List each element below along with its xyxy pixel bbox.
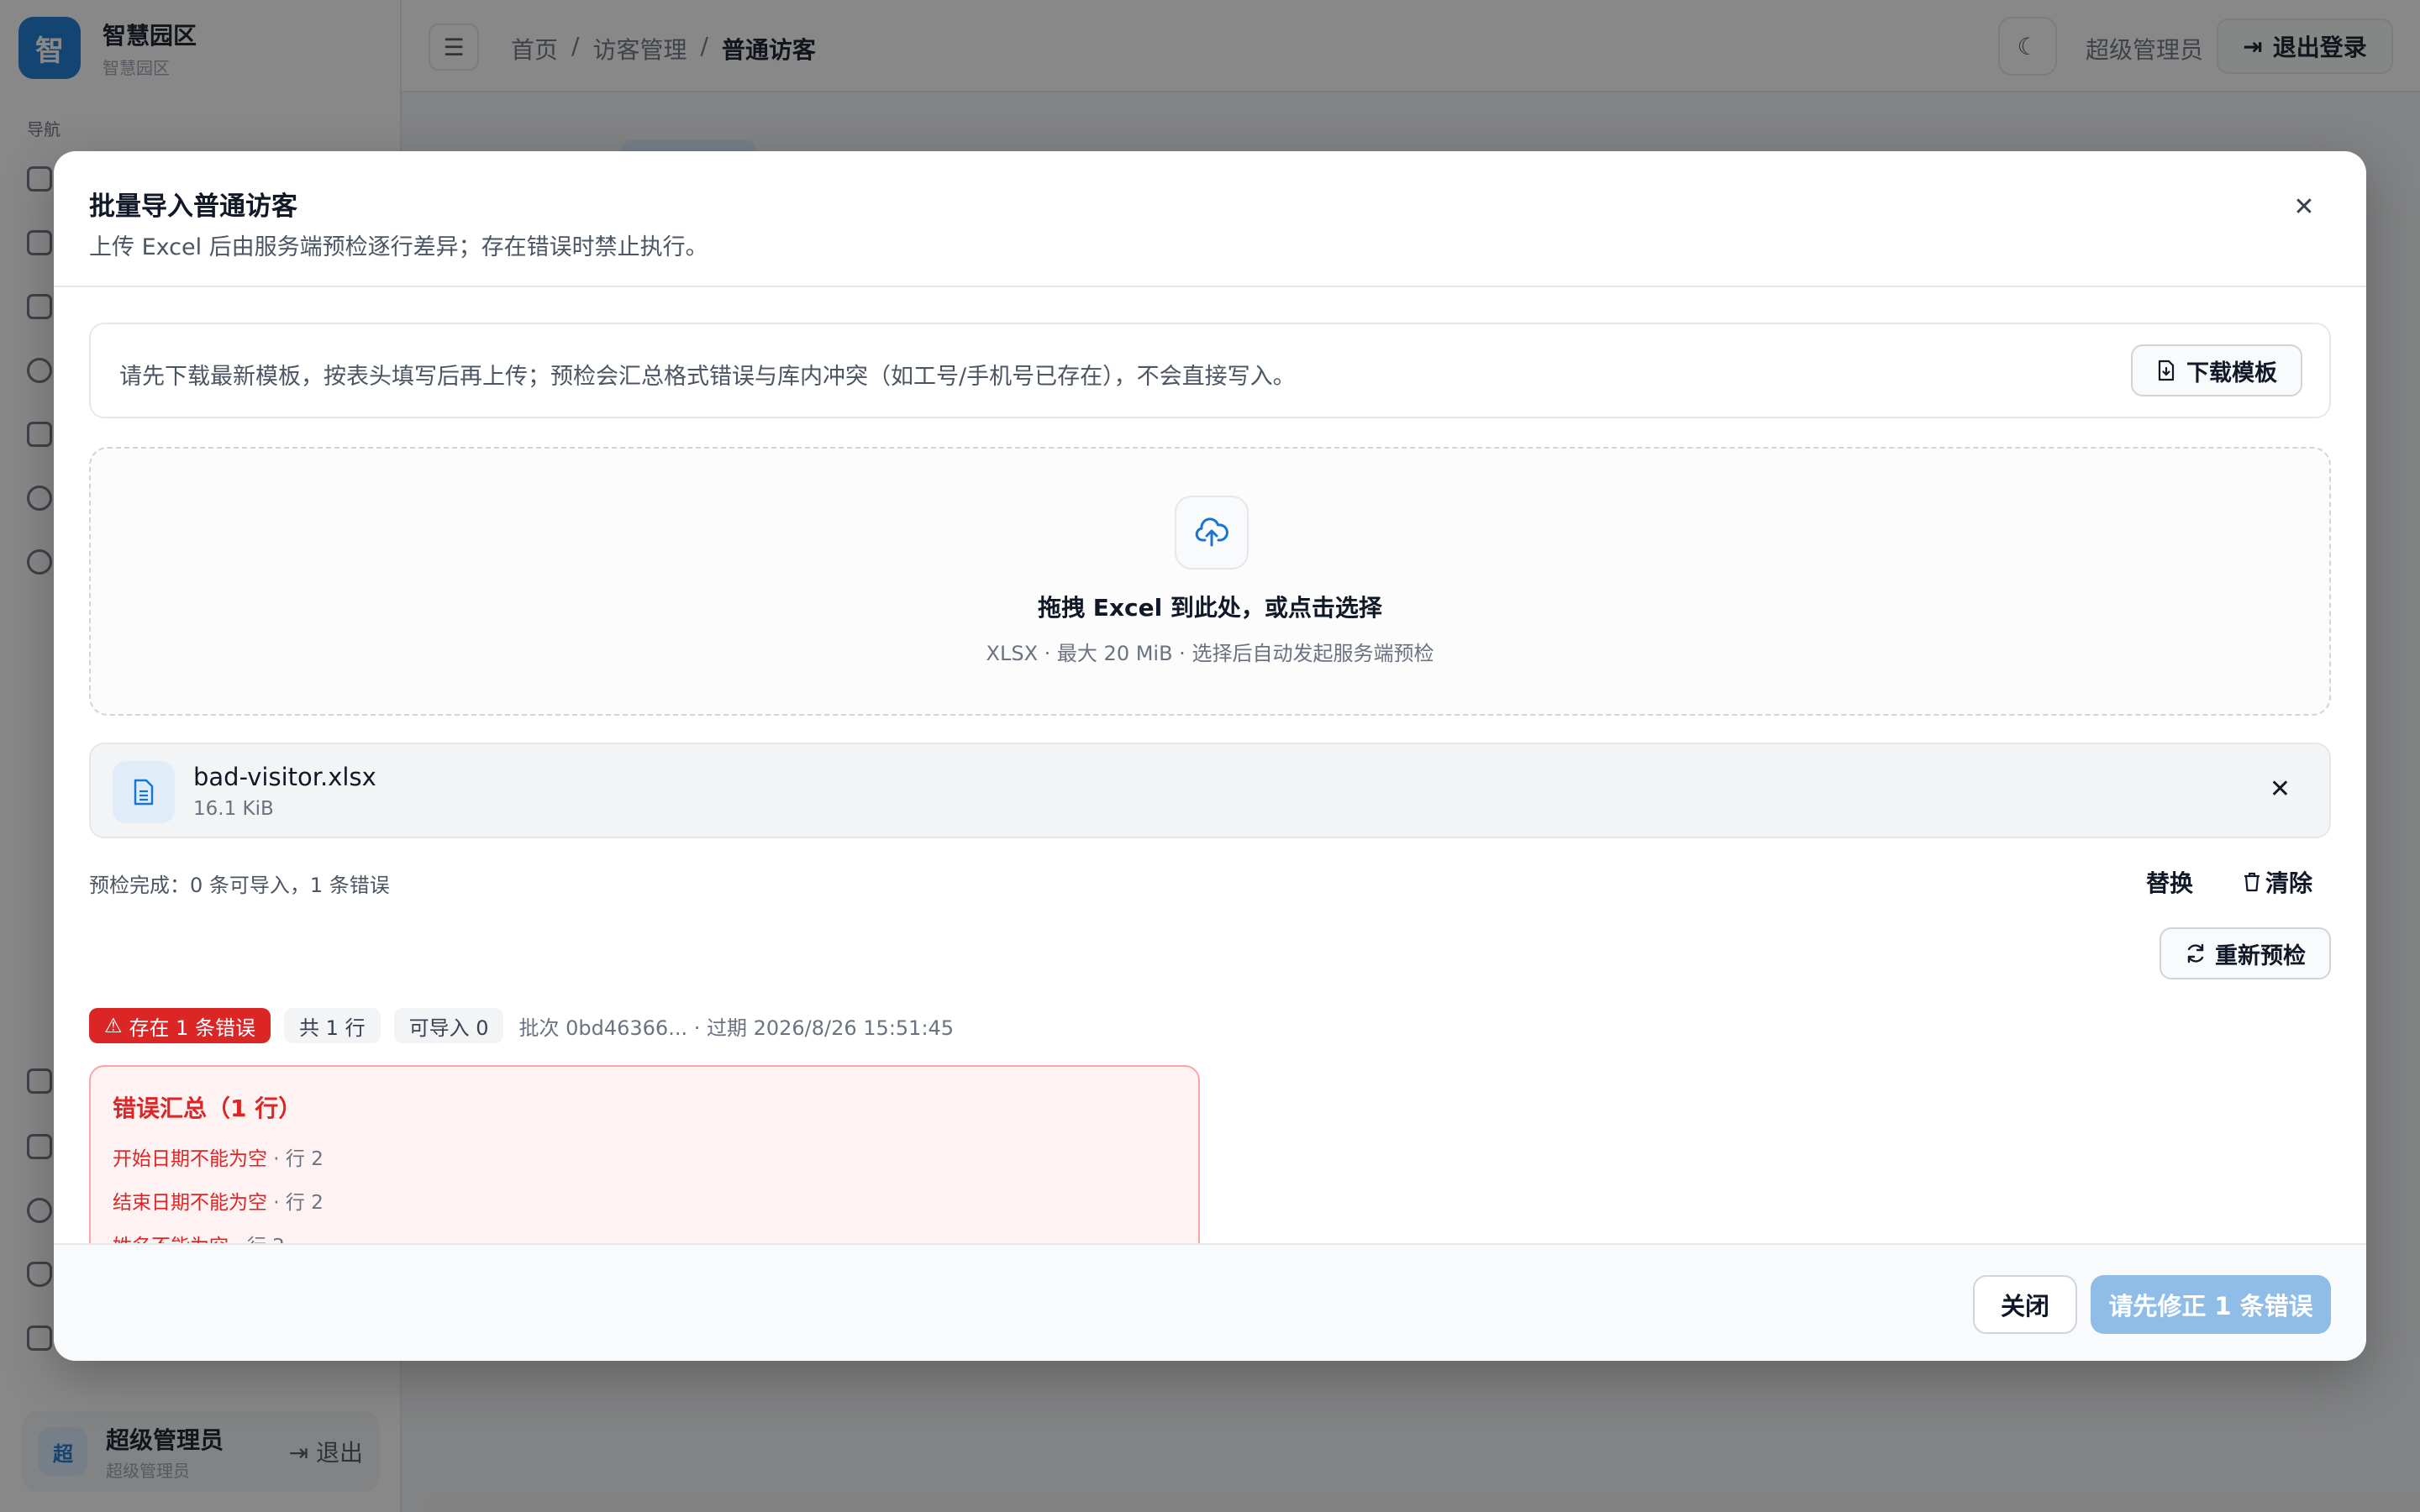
file-size: 16.1 KiB [193,798,274,820]
download-template-label: 下载模板 [2186,360,2277,386]
file-name: bad-visitor.xlsx [193,763,376,791]
selected-file-card: bad-visitor.xlsx 16.1 KiB ✕ [89,743,2331,838]
close-icon: ✕ [2269,774,2291,804]
file-dropzone[interactable]: 拖拽 Excel 到此处，或点击选择 XLSX · 最大 20 MiB · 选择… [89,447,2331,716]
clear-label: 清除 [2265,869,2313,897]
precheck-status: 预检完成：0 条可导入，1 条错误 [89,874,390,897]
template-tip-text: 请先下载最新模板，按表头填写后再上传；预检会汇总格式错误与库内冲突（如工号/手机… [119,364,1296,390]
upload-cloud-icon [1175,496,1249,570]
dialog-title: 批量导入普通访客 [89,192,297,222]
close-icon: ✕ [2293,192,2315,222]
replace-file-button[interactable]: 替换 [2146,865,2193,899]
dropzone-hint: XLSX · 最大 20 MiB · 选择后自动发起服务端预检 [986,642,1434,665]
refresh-icon [2187,943,2204,963]
execute-import-button[interactable]: 请先修正 1 条错误 [2091,1275,2331,1334]
dialog-header: 批量导入普通访客 上传 Excel 后由服务端预检逐行差异；存在错误时禁止执行。… [54,151,2366,287]
dropzone-title: 拖拽 Excel 到此处，或点击选择 [1038,594,1382,622]
importable-badge: 可导入 0 [393,1008,504,1043]
error-row: · 行 2 [267,1148,324,1170]
batch-info: 批次 0bd46366... · 过期 2026/8/26 15:51:45 [518,1016,955,1040]
error-item: 开始日期不能为空 · 行 2 [113,1142,324,1171]
warning-icon: ⚠ [104,1014,123,1037]
spreadsheet-file-icon [113,761,175,823]
dialog-description: 上传 Excel 后由服务端预检逐行差异；存在错误时禁止执行。 [89,234,708,260]
download-template-button[interactable]: 下载模板 [2131,344,2302,396]
precheck-badges: ⚠ 存在 1 条错误 共 1 行 可导入 0 批次 0bd46366... · … [89,1008,954,1043]
error-row: · 行 2 [267,1192,324,1214]
error-count-badge: ⚠ 存在 1 条错误 [89,1008,271,1043]
file-download-icon [2158,360,2175,381]
error-message: 开始日期不能为空 [113,1148,267,1170]
dialog-body: 请先下载最新模板，按表头填写后再上传；预检会汇总格式错误与库内冲突（如工号/手机… [54,289,2366,1361]
clear-file-button[interactable]: 清除 [2242,865,2312,899]
total-rows-badge: 共 1 行 [284,1008,381,1043]
import-dialog: 批量导入普通访客 上传 Excel 后由服务端预检逐行差异；存在错误时禁止执行。… [54,151,2366,1361]
dialog-close-button[interactable]: ✕ [2287,190,2321,223]
error-count-label: 存在 1 条错误 [129,1016,256,1040]
template-tip: 请先下载最新模板，按表头填写后再上传；预检会汇总格式错误与库内冲突（如工号/手机… [89,323,2331,418]
trash-icon [2244,872,2260,892]
error-summary-title: 错误汇总（1 行） [113,1095,302,1122]
error-message: 结束日期不能为空 [113,1192,267,1214]
close-button[interactable]: 关闭 [1973,1275,2077,1334]
recheck-button[interactable]: 重新预检 [2160,927,2331,979]
error-item: 结束日期不能为空 · 行 2 [113,1186,324,1215]
dialog-footer: 关闭 请先修正 1 条错误 [54,1243,2366,1361]
remove-file-button[interactable]: ✕ [2270,774,2291,804]
recheck-label: 重新预检 [2215,942,2306,969]
